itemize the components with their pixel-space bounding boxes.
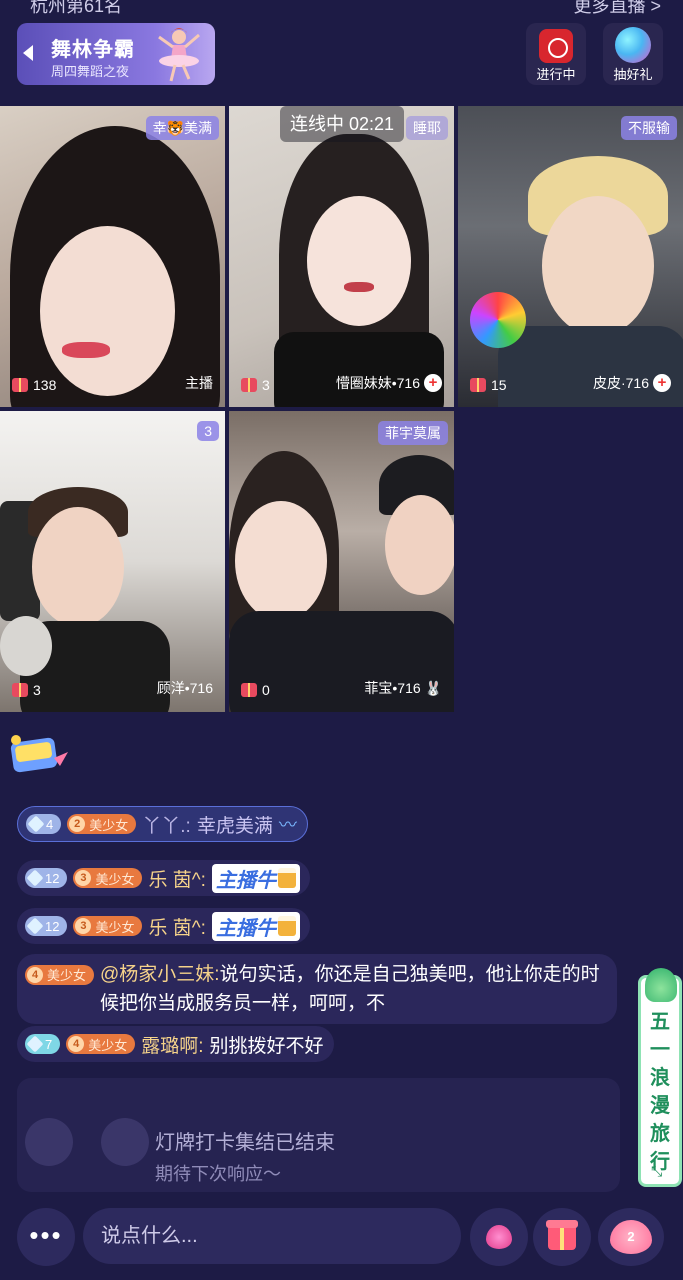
fan-badge: 4 美少女 — [66, 1034, 136, 1054]
tile-name[interactable]: 顾洋•716 — [157, 678, 213, 698]
comment-input[interactable]: 说点什么... — [83, 1208, 461, 1264]
chat-message[interactable]: 12 3 美少女 乐 茵^: 主播牛 — [17, 908, 310, 944]
video-tile-guest[interactable]: 菲宇莫属 0 菲宝•716 🐰 — [229, 411, 454, 712]
notice-subtitle: 期待下次响应～ — [155, 1164, 281, 1184]
person-face — [542, 196, 654, 336]
person-face — [32, 507, 124, 627]
live-activity-label: 进行中 — [536, 67, 576, 82]
chat-username[interactable]: 丫丫.: — [142, 811, 191, 838]
gift-icon — [12, 683, 28, 697]
gift-icon — [241, 378, 257, 392]
gift-bubble-icon — [615, 27, 651, 63]
user-level-badge: 12 — [25, 868, 68, 888]
tile-name[interactable]: 菲宝•716 🐰 — [364, 678, 442, 698]
chat-username[interactable]: 露璐啊: — [141, 1031, 203, 1058]
tile-name[interactable]: 懵圈妹妹•716 + — [336, 373, 442, 393]
chat-message[interactable]: 4 美少女 @杨家小三妹:说句实话，你还是自己独美吧，他让你走的时候把你当成服务员… — [17, 954, 617, 1024]
follow-plus-icon[interactable]: + — [424, 374, 442, 392]
sticker-host-niu: 主播牛 — [211, 911, 300, 941]
user-level-badge: 12 — [25, 916, 68, 936]
chat-message[interactable]: 7 4 美少女 露璐啊: 别挑拨好不好 — [17, 1026, 334, 1062]
follow-plus-icon[interactable]: + — [653, 374, 671, 392]
gift-icon — [470, 378, 486, 392]
lucky-draw-button[interactable]: 抽好礼 — [603, 23, 663, 85]
fan-badge: 3 美少女 — [73, 916, 143, 936]
tree-icon — [645, 968, 677, 1002]
link-timer: 连线中 02:21 — [280, 106, 404, 142]
chat-username[interactable]: @杨家小三妹: — [100, 964, 220, 985]
user-level-badge: 7 — [25, 1034, 61, 1054]
beer-mug-icon — [277, 868, 296, 888]
popularity-ranking-icon[interactable] — [6, 732, 70, 780]
gift-box-icon — [546, 1220, 578, 1250]
tile-gift-count: 3 — [241, 377, 270, 393]
top-status-strip: 杭州第61名 更多直播 > — [0, 0, 683, 16]
tile-gift-count: 3 — [12, 682, 41, 698]
chat-text: 幸虎美满 — [196, 815, 273, 837]
gift-icon — [241, 683, 257, 697]
person-face — [385, 495, 454, 595]
gift-icon — [12, 378, 28, 392]
lucky-draw-label: 抽好礼 — [613, 67, 653, 82]
gift-button[interactable] — [533, 1208, 591, 1266]
chat-body: @杨家小三妹:说句实话，你还是自己独美吧，他让你走的时候把你当成服务员一样，呵呵… — [100, 960, 607, 1018]
fan-badge: 2 美少女 — [67, 814, 137, 834]
fan-club-button[interactable] — [470, 1208, 528, 1266]
tile-gift-count: 0 — [241, 682, 270, 698]
event-banner[interactable]: 舞林争霸 周四舞蹈之夜 — [17, 23, 215, 85]
tile-badge: 菲宇莫属 — [378, 421, 448, 445]
video-tile-guest[interactable]: 睡耶 3 懵圈妹妹•716 + — [229, 106, 454, 407]
chat-username[interactable]: 乐 茵^: — [148, 865, 205, 892]
winged-heart-icon — [486, 1225, 512, 1249]
chat-message[interactable]: 12 3 美少女 乐 茵^: 主播牛 — [17, 860, 310, 896]
collapse-arrow-icon[interactable] — [23, 45, 33, 61]
person-face — [40, 226, 175, 396]
sticker-host-niu: 主播牛 — [211, 863, 300, 893]
heart-icon: 2 — [610, 1220, 652, 1254]
tile-badge: 幸🐯美满 — [145, 116, 219, 140]
wave-icon: 〰 — [278, 815, 297, 835]
fan-badge: 4 美少女 — [25, 965, 95, 985]
chat-message[interactable]: 4 2 美少女 丫丫.: 幸虎美满 〰 — [17, 806, 308, 842]
person-face — [235, 501, 327, 621]
travel-banner-text: 五一浪漫旅行 — [650, 1011, 670, 1173]
person-face — [307, 196, 411, 326]
ballerina-icon — [158, 28, 200, 82]
record-icon — [539, 29, 573, 63]
user-level-badge: 4 — [26, 814, 62, 834]
video-grid: 幸🐯美满 138 主播 睡耶 3 懵圈妹妹•716 + 不服输 15 皮皮·716… — [0, 106, 683, 712]
event-subtitle: 周四舞蹈之夜 — [51, 64, 130, 79]
tile-gift-count: 138 — [12, 377, 56, 393]
tile-badge: 不服输 — [621, 116, 677, 140]
may-day-travel-banner[interactable]: 五一浪漫旅行 ⤡ — [638, 968, 682, 1187]
fan-badge: 3 美少女 — [73, 868, 143, 888]
location-rank[interactable]: 杭州第61名 — [30, 0, 122, 18]
expand-icon[interactable]: ⤡ — [651, 1163, 662, 1180]
more-live-link[interactable]: 更多直播 > — [573, 0, 661, 18]
tile-name[interactable]: 皮皮·716 + — [593, 373, 671, 393]
like-button[interactable]: 2 — [598, 1208, 664, 1266]
video-tile-guest[interactable]: 3 3 顾洋•716 — [0, 411, 225, 712]
fan-light-notice: 灯牌打卡集结已结束 期待下次响应～ — [17, 1078, 620, 1192]
chat-text: 别挑拨好不好 — [209, 1035, 324, 1057]
avatar — [25, 1118, 73, 1166]
tile-gift-count: 15 — [470, 377, 507, 393]
tile-badge: 3 — [197, 421, 219, 441]
chat-username[interactable]: 乐 茵^: — [148, 913, 205, 940]
more-options-button[interactable]: ••• — [17, 1208, 75, 1266]
video-tile-guest[interactable]: 不服输 15 皮皮·716 + — [458, 106, 683, 407]
beer-mug-icon — [277, 916, 296, 936]
notice-title: 灯牌打卡集结已结束 — [155, 1132, 335, 1154]
video-tile-host[interactable]: 幸🐯美满 138 主播 — [0, 106, 225, 407]
tile-badge: 睡耶 — [406, 116, 448, 140]
avatar — [101, 1118, 149, 1166]
live-activity-button[interactable]: 进行中 — [526, 23, 586, 85]
event-title: 舞林争霸 — [51, 39, 135, 61]
tile-name[interactable]: 主播 — [185, 373, 213, 393]
